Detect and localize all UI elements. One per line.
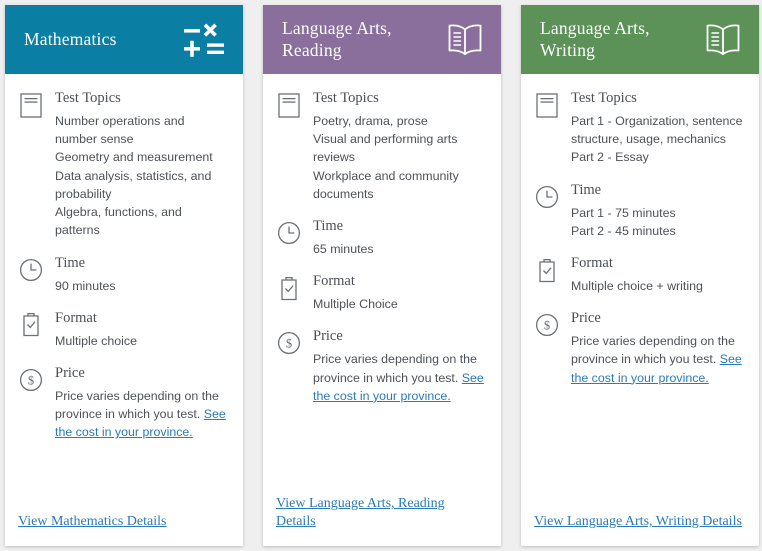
card-title: Language Arts, Writing — [540, 17, 650, 60]
price-description: Price varies depending on the province i… — [571, 332, 743, 387]
section-title: Time — [55, 254, 86, 271]
list-item: Multiple Choice — [313, 297, 398, 312]
list-item: Data analysis, statistics, and probabili… — [55, 168, 212, 201]
card-footer-language-arts-writing: View Language Arts, Writing Details — [521, 500, 759, 546]
card-header-language-arts-writing: Language Arts, Writing — [521, 5, 759, 74]
section-lines: 65 minutes — [313, 240, 485, 258]
card-header-language-arts-reading: Language Arts, Reading — [263, 5, 501, 74]
price-description: Price varies depending on the province i… — [313, 350, 485, 405]
price-text: Price varies depending on the province i… — [571, 334, 735, 367]
list-item: Workplace and community documents — [313, 168, 459, 201]
card-title: Mathematics — [24, 28, 117, 49]
section-test-topics: Test Topics Part 1 - Organization, sente… — [534, 90, 743, 167]
price-text: Price varies depending on the province i… — [55, 388, 219, 422]
card-footer-mathematics: View Mathematics Details — [5, 500, 243, 546]
open-book-icon — [445, 22, 485, 58]
clock-icon — [18, 257, 44, 283]
clipboard-check-icon — [18, 312, 44, 338]
dollar-circle-icon: $ — [18, 367, 44, 393]
list-item: Part 1 - Organization, sentence structur… — [571, 113, 743, 147]
card-footer-language-arts-reading: View Language Arts, Reading Details — [263, 482, 501, 546]
section-price: $ Price Price varies depending on the pr… — [18, 364, 227, 442]
clipboard-check-icon — [534, 257, 560, 283]
section-lines: Number operations and number sense Geome… — [55, 112, 227, 240]
list-item: Algebra, functions, and patterns — [55, 205, 182, 238]
document-icon — [534, 92, 560, 118]
section-lines: Multiple choice — [55, 332, 227, 350]
card-body-mathematics: Test Topics Number operations and number… — [5, 74, 243, 500]
view-details-link[interactable]: View Language Arts, Writing Details — [534, 514, 742, 529]
document-icon — [276, 92, 302, 118]
section-lines: Part 1 - 75 minutes Part 2 - 45 minutes — [571, 204, 743, 240]
list-item: Number operations and number sense — [55, 113, 185, 147]
list-item: Multiple choice + writing — [571, 278, 703, 293]
section-title: Time — [571, 181, 602, 198]
section-title: Format — [55, 309, 97, 326]
section-time: Time 90 minutes — [18, 254, 227, 295]
section-title: Test Topics — [571, 90, 637, 106]
section-title: Time — [313, 218, 344, 235]
svg-text:$: $ — [544, 319, 550, 333]
list-item: Geometry and measurement — [55, 150, 213, 165]
view-details-link[interactable]: View Language Arts, Reading Details — [276, 496, 445, 529]
list-item: Part 1 - 75 minutes — [571, 205, 676, 220]
svg-text:$: $ — [28, 374, 34, 388]
section-title: Test Topics — [313, 90, 379, 106]
list-item: Poetry, drama, prose — [313, 113, 428, 128]
card-body-language-arts-writing: Test Topics Part 1 - Organization, sente… — [521, 74, 759, 500]
card-header-mathematics: Mathematics — [5, 5, 243, 74]
section-lines: Part 1 - Organization, sentence structur… — [571, 112, 743, 167]
dollar-circle-icon: $ — [534, 312, 560, 338]
price-description: Price varies depending on the province i… — [55, 387, 227, 442]
section-format: Format Multiple choice + writing — [534, 255, 743, 295]
dollar-circle-icon: $ — [276, 330, 302, 356]
document-icon — [18, 92, 44, 118]
card-title: Language Arts, Reading — [282, 17, 392, 60]
section-title: Price — [571, 310, 601, 327]
clipboard-check-icon — [276, 275, 302, 301]
section-format: Format Multiple Choice — [276, 273, 485, 313]
list-item: 65 minutes — [313, 242, 374, 257]
section-title: Test Topics — [55, 90, 121, 106]
section-format: Format Multiple choice — [18, 309, 227, 350]
list-item: Part 2 - 45 minutes — [571, 223, 676, 238]
card-body-language-arts-reading: Test Topics Poetry, drama, prose Visual … — [263, 74, 501, 482]
clock-icon — [534, 184, 560, 210]
section-lines: 90 minutes — [55, 277, 227, 295]
section-lines: Multiple choice + writing — [571, 277, 743, 295]
section-title: Format — [313, 273, 355, 290]
list-item: 90 minutes — [55, 278, 116, 293]
svg-text:$: $ — [286, 337, 292, 351]
card-language-arts-reading: Language Arts, Reading Test Topics Poetr… — [263, 5, 501, 546]
price-text: Price varies depending on the province i… — [313, 352, 477, 385]
card-language-arts-writing: Language Arts, Writing Test Topics Part … — [521, 5, 759, 546]
test-subject-cards: Mathematics Test Topics Number operation… — [0, 0, 762, 551]
math-operators-icon — [183, 21, 227, 59]
section-title: Price — [313, 328, 343, 345]
clock-icon — [276, 220, 302, 246]
section-test-topics: Test Topics Poetry, drama, prose Visual … — [276, 90, 485, 203]
section-price: $ Price Price varies depending on the pr… — [534, 310, 743, 387]
open-book-icon — [703, 22, 743, 58]
list-item: Visual and performing arts reviews — [313, 132, 458, 165]
section-time: Time 65 minutes — [276, 218, 485, 258]
section-test-topics: Test Topics Number operations and number… — [18, 90, 227, 240]
section-title: Format — [571, 255, 613, 272]
list-item: Multiple choice — [55, 333, 137, 348]
section-time: Time Part 1 - 75 minutes Part 2 - 45 min… — [534, 181, 743, 240]
list-item: Part 2 - Essay — [571, 150, 649, 165]
view-details-link[interactable]: View Mathematics Details — [18, 514, 166, 529]
section-lines: Poetry, drama, prose Visual and performi… — [313, 112, 485, 203]
card-mathematics: Mathematics Test Topics Number operation… — [5, 5, 243, 546]
section-title: Price — [55, 364, 85, 381]
section-lines: Multiple Choice — [313, 295, 485, 313]
section-price: $ Price Price varies depending on the pr… — [276, 329, 485, 405]
